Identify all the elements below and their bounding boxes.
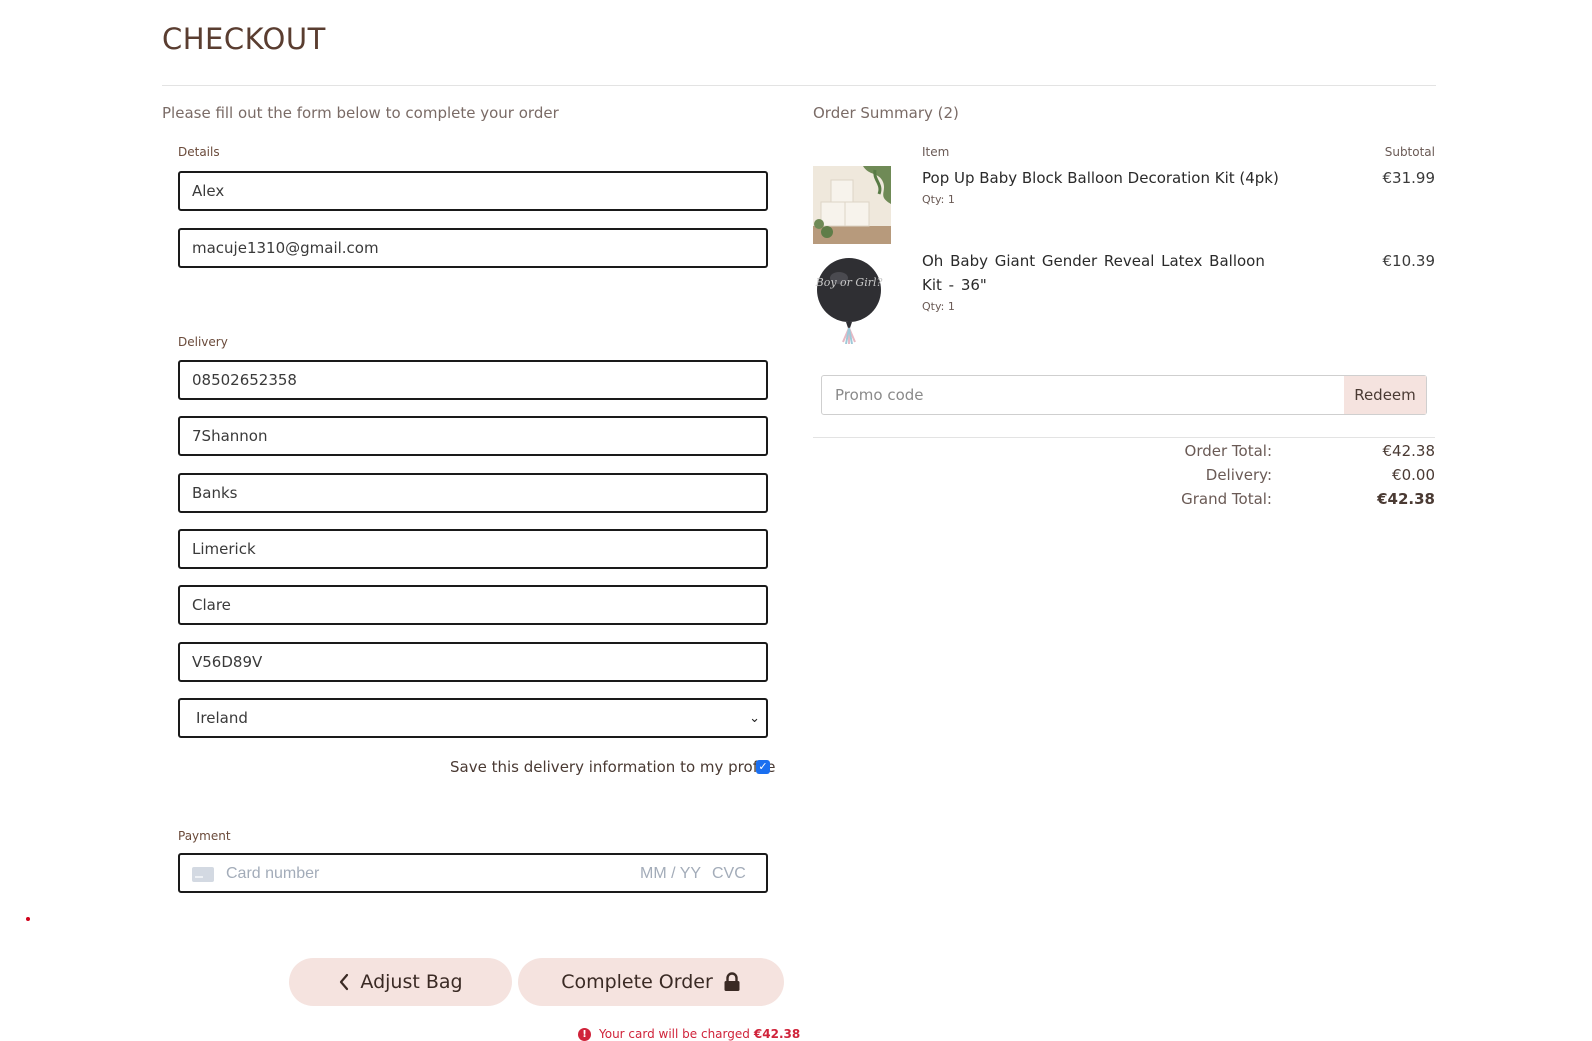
details-label: Details [178, 145, 220, 159]
product-image-balloon-blocks[interactable] [813, 166, 891, 244]
item-1-name: Pop Up Baby Block Balloon Decoration Kit… [922, 169, 1279, 187]
summary-divider [813, 437, 1435, 438]
subtotal-column-header: Subtotal [1384, 145, 1435, 159]
complete-order-button[interactable]: Complete Order [518, 958, 784, 1006]
lock-icon [724, 972, 740, 991]
full-name-value: Alex [192, 182, 225, 200]
credit-card-icon [192, 867, 214, 882]
promo-code-input[interactable]: Promo code Redeem [821, 375, 1427, 415]
full-name-field[interactable]: Alex [178, 171, 768, 211]
card-number-placeholder: Card number [226, 865, 320, 882]
item-2-name: Oh Baby Giant Gender Reveal Latex Balloo… [922, 252, 1265, 294]
promo-code-placeholder: Promo code [835, 386, 924, 404]
grand-total-value: €42.38 [1377, 490, 1435, 508]
order-summary-title: Order Summary (2) [813, 104, 959, 122]
adjust-bag-button[interactable]: Adjust Bag [289, 958, 512, 1006]
save-info-checkbox[interactable]: ✓ [756, 760, 770, 774]
street-address-1-value: 7Shannon [192, 427, 268, 445]
error-icon: ! [578, 1027, 591, 1041]
chevron-left-icon [340, 973, 349, 991]
chevron-down-icon: ⌄ [749, 711, 760, 726]
country-select[interactable]: Ireland ⌄ [178, 698, 768, 738]
email-value: macuje1310@gmail.com [192, 239, 379, 257]
card-input[interactable]: Card number MM / YY CVC [178, 853, 768, 893]
header-divider [162, 85, 1436, 86]
country-value: Ireland [196, 709, 248, 727]
town-value: Limerick [192, 540, 256, 558]
item-1-price: €31.99 [1382, 169, 1436, 187]
phone-value: 08502652358 [192, 371, 297, 389]
delivery-label: Delivery [178, 335, 228, 349]
order-total-value: €42.38 [1382, 442, 1436, 460]
red-dot-marker [26, 917, 30, 921]
balloon-print-text: Boy or Girl? [815, 276, 883, 289]
charge-notice: ! Your card will be charged €42.38 [578, 1027, 800, 1041]
form-intro: Please fill out the form below to comple… [162, 104, 559, 122]
postcode-value: V56D89V [192, 653, 263, 671]
delivery-total-value: €0.00 [1392, 466, 1435, 484]
redeem-button[interactable]: Redeem [1344, 376, 1426, 414]
street-address-2-value: Banks [192, 484, 238, 502]
town-field[interactable]: Limerick [178, 529, 768, 569]
product-image-reveal-balloon[interactable]: Boy or Girl? [813, 256, 891, 345]
complete-order-label: Complete Order [561, 971, 713, 993]
item-1-qty: Qty: 1 [922, 193, 955, 206]
street-address-1-field[interactable]: 7Shannon [178, 416, 768, 456]
delivery-total-label: Delivery: [1205, 466, 1272, 484]
postcode-field[interactable]: V56D89V [178, 642, 768, 682]
email-field[interactable]: macuje1310@gmail.com [178, 228, 768, 268]
card-expiry-placeholder: MM / YY [640, 865, 702, 882]
grand-total-label: Grand Total: [1181, 490, 1272, 508]
page-title: CHECKOUT [162, 22, 326, 56]
save-info-label: Save this delivery information to my pro… [450, 758, 776, 776]
county-value: Clare [192, 596, 231, 614]
item-column-header: Item [922, 145, 950, 159]
street-address-2-field[interactable]: Banks [178, 473, 768, 513]
payment-label: Payment [178, 829, 231, 843]
charge-note-text: Your card will be charged [599, 1027, 750, 1041]
item-2-qty: Qty: 1 [922, 300, 955, 313]
order-total-label: Order Total: [1184, 442, 1272, 460]
item-2-price: €10.39 [1382, 252, 1436, 270]
phone-field[interactable]: 08502652358 [178, 360, 768, 400]
county-field[interactable]: Clare [178, 585, 768, 625]
charge-amount: €42.38 [753, 1027, 801, 1041]
card-cvc-placeholder: CVC [712, 865, 746, 882]
adjust-bag-label: Adjust Bag [360, 971, 463, 993]
